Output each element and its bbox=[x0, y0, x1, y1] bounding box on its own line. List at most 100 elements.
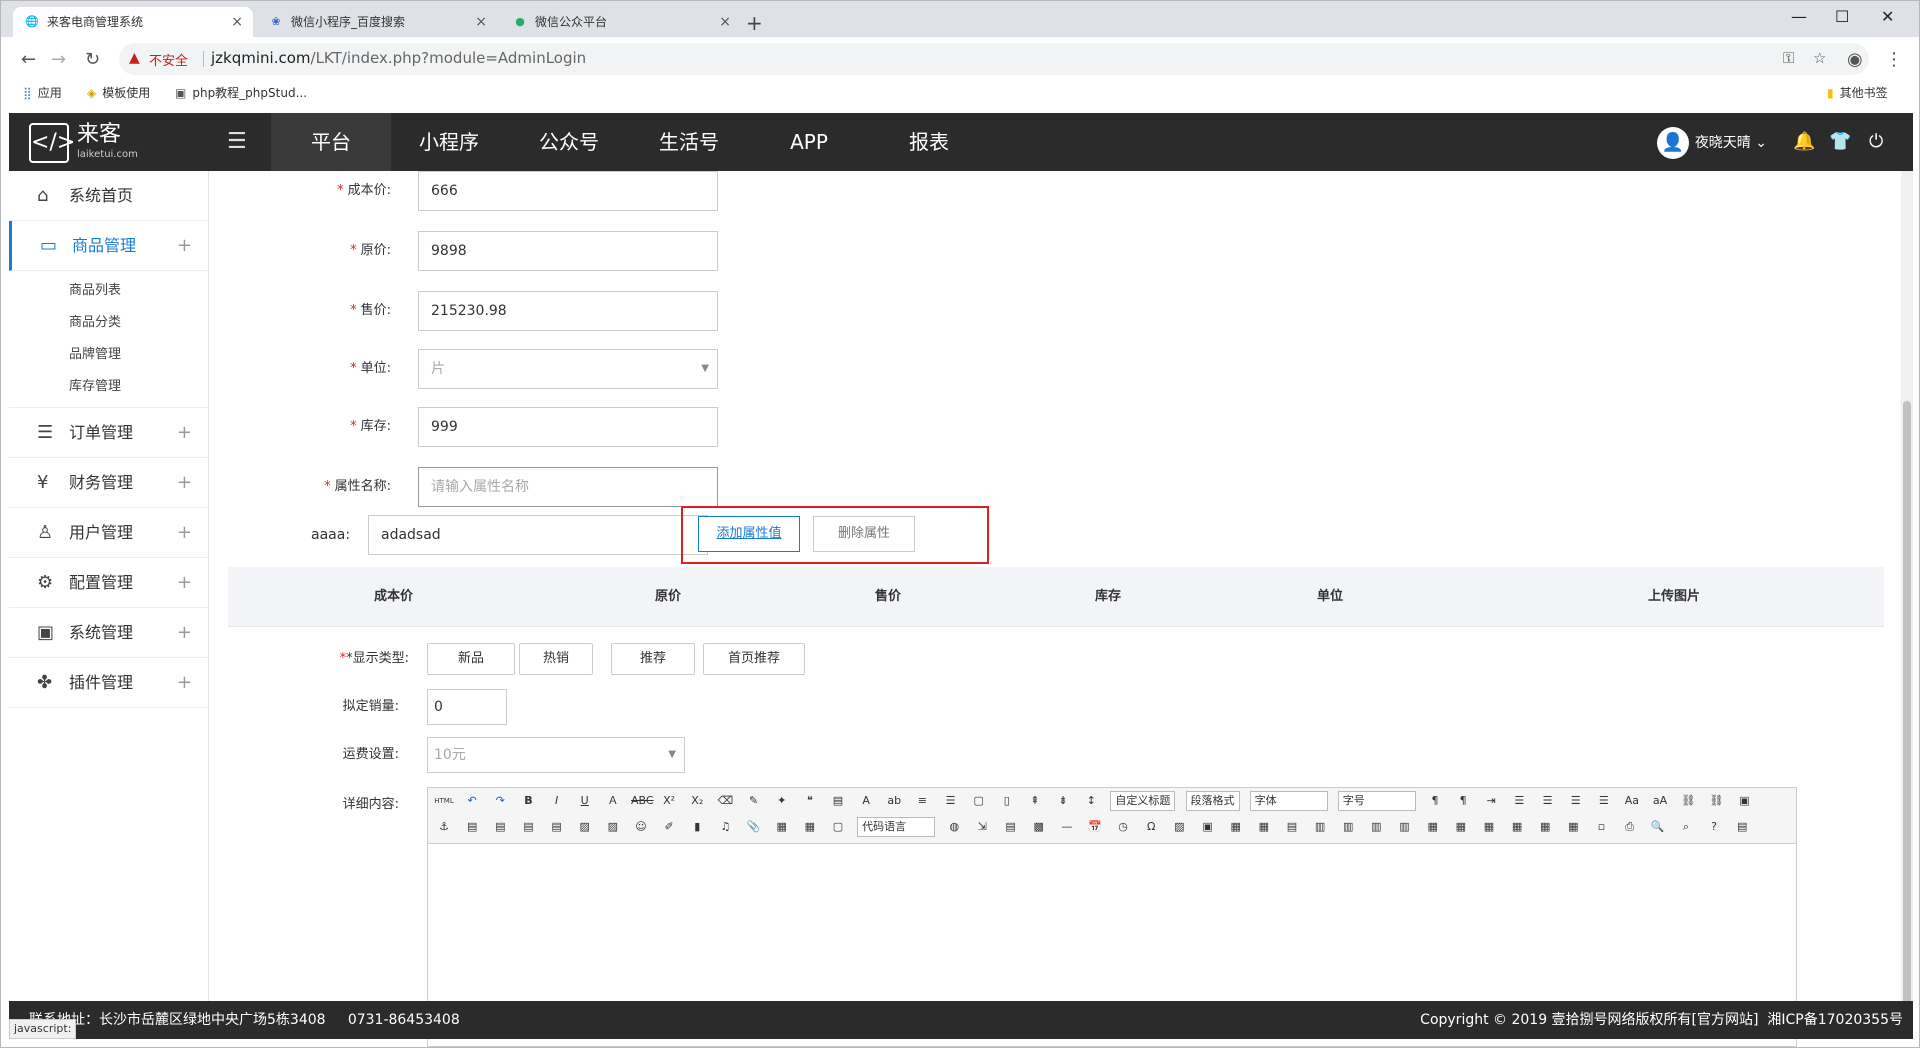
font-color-icon[interactable]: A bbox=[856, 791, 876, 811]
hamburger-menu-icon[interactable]: ☰ bbox=[227, 131, 247, 153]
anchor-icon[interactable]: ⚓ bbox=[434, 817, 454, 837]
unlink-icon[interactable]: ⛓ bbox=[1706, 791, 1726, 811]
fullscreen-icon[interactable]: ▣ bbox=[1734, 791, 1754, 811]
sidebar-item-finance[interactable]: ¥ 财务管理 + bbox=[9, 458, 208, 508]
add-attr-value-button[interactable]: 添加属性值 bbox=[698, 516, 800, 552]
merge-cells-icon[interactable]: ▦ bbox=[1423, 817, 1443, 837]
align-right-icon[interactable]: ☰ bbox=[1566, 791, 1586, 811]
merge-down-icon[interactable]: ▦ bbox=[1479, 817, 1499, 837]
sidebar-item-orders[interactable]: ☰ 订单管理 + bbox=[9, 408, 208, 458]
highlight-color-icon[interactable]: ab bbox=[884, 791, 904, 811]
indent-icon[interactable]: ⇥ bbox=[1481, 791, 1501, 811]
nav-tab-platform[interactable]: 平台 bbox=[271, 113, 391, 171]
attr-value-input[interactable]: adadsad bbox=[368, 515, 708, 555]
image-right-icon[interactable]: ▤ bbox=[518, 817, 538, 837]
code-language-select[interactable]: 代码语言 bbox=[857, 817, 936, 837]
search-replace-icon[interactable]: ⌕ bbox=[1676, 817, 1696, 837]
row-spacing-top-icon[interactable]: ⇞ bbox=[1025, 791, 1045, 811]
split-cells-icon[interactable]: ▦ bbox=[1507, 817, 1527, 837]
forward-icon[interactable]: → bbox=[51, 49, 66, 71]
bookmark-apps[interactable]: ⣿ 应用 bbox=[23, 84, 62, 101]
font-size-select[interactable]: 字号 bbox=[1337, 791, 1416, 811]
align-left-icon[interactable]: ☰ bbox=[1509, 791, 1529, 811]
sidebar-item-config[interactable]: ⚙ 配置管理 + bbox=[9, 558, 208, 608]
merge-right-icon[interactable]: ▦ bbox=[1451, 817, 1471, 837]
snapscreen-icon[interactable]: ▣ bbox=[1198, 817, 1218, 837]
unordered-list-icon[interactable]: ☰ bbox=[941, 791, 961, 811]
sidebar-subitem-brand[interactable]: 品牌管理 bbox=[9, 339, 208, 371]
minimize-icon[interactable]: — bbox=[1791, 7, 1807, 26]
sidebar-item-home[interactable]: ⌂ 系统首页 bbox=[9, 171, 208, 221]
blockquote-icon[interactable]: ❝ bbox=[800, 791, 820, 811]
window-close-icon[interactable]: ✕ bbox=[1881, 7, 1894, 26]
star-icon[interactable]: ☆ bbox=[1813, 49, 1826, 67]
page-break-icon[interactable]: ⇲ bbox=[972, 817, 992, 837]
tab-laike[interactable]: 🌐 来客电商管理系统 × bbox=[13, 7, 253, 37]
undo-icon[interactable]: ↶ bbox=[462, 791, 482, 811]
horizontal-rule-icon[interactable]: — bbox=[1057, 817, 1077, 837]
uppercase-icon[interactable]: Aa bbox=[1622, 791, 1642, 811]
cost-price-input[interactable]: 666 bbox=[418, 171, 718, 211]
ltr-icon[interactable]: ¶ bbox=[1425, 791, 1445, 811]
tab-wechat[interactable]: ● 微信公众平台 × bbox=[501, 7, 741, 37]
delete-col-icon[interactable]: ▥ bbox=[1395, 817, 1415, 837]
align-center-icon[interactable]: ☰ bbox=[1538, 791, 1558, 811]
redo-icon[interactable]: ↷ bbox=[490, 791, 510, 811]
scrawl-icon[interactable]: ✐ bbox=[659, 817, 679, 837]
close-icon[interactable]: × bbox=[231, 7, 243, 37]
tag-hot[interactable]: 热销 bbox=[519, 643, 593, 675]
music-icon[interactable]: ♫ bbox=[715, 817, 735, 837]
original-price-input[interactable]: 9898 bbox=[418, 231, 718, 271]
web-image-icon[interactable]: ◍ bbox=[944, 817, 964, 837]
sidebar-subitem-inventory[interactable]: 库存管理 bbox=[9, 371, 208, 403]
clear-doc-icon[interactable]: ▯ bbox=[997, 791, 1017, 811]
maximize-icon[interactable]: ☐ bbox=[1835, 7, 1849, 26]
close-icon[interactable]: × bbox=[475, 7, 487, 37]
italic-icon[interactable]: I bbox=[547, 791, 567, 811]
background-icon[interactable]: ▩ bbox=[1029, 817, 1049, 837]
auto-format-icon[interactable]: ✦ bbox=[772, 791, 792, 811]
insert-paragraph-before-table-icon[interactable]: ▤ bbox=[1282, 817, 1302, 837]
split-cols-icon[interactable]: ▦ bbox=[1563, 817, 1583, 837]
bold-icon[interactable]: B bbox=[518, 791, 538, 811]
eraser-icon[interactable]: ⌫ bbox=[715, 791, 735, 811]
menu-dots-icon[interactable]: ⋮ bbox=[1885, 49, 1903, 71]
delete-row-icon[interactable]: ▥ bbox=[1338, 817, 1358, 837]
bookmark-templates[interactable]: ◈ 模板使用 bbox=[87, 84, 150, 101]
subscript-icon[interactable]: X₂ bbox=[687, 791, 707, 811]
user-menu[interactable]: 👤 夜晓天晴 ⌄ bbox=[1656, 127, 1767, 159]
other-bookmarks[interactable]: ▮ 其他书签 bbox=[1827, 84, 1888, 101]
image-left-icon[interactable]: ▤ bbox=[490, 817, 510, 837]
sidebar-item-users[interactable]: ♙ 用户管理 + bbox=[9, 508, 208, 558]
preview-icon[interactable]: 🔍 bbox=[1648, 817, 1668, 837]
back-icon[interactable]: ← bbox=[21, 49, 36, 71]
font-border-icon[interactable]: Ａ bbox=[603, 791, 623, 811]
logo[interactable]: </> 来客 laiketui.com bbox=[29, 123, 149, 163]
nav-tab-app[interactable]: APP bbox=[749, 113, 869, 171]
footer-icp[interactable]: 湘ICP备17020355号 bbox=[1767, 1012, 1903, 1028]
attr-name-input[interactable]: 请输入属性名称 bbox=[418, 467, 718, 507]
map-icon[interactable]: ▦ bbox=[772, 817, 792, 837]
sale-price-input[interactable]: 215230.98 bbox=[418, 291, 718, 331]
superscript-icon[interactable]: X² bbox=[659, 791, 679, 811]
sidebar-item-products[interactable]: ▭ 商品管理 + bbox=[9, 221, 208, 271]
drafts-icon[interactable]: ▤ bbox=[1732, 817, 1752, 837]
nav-tab-official-account[interactable]: 公众号 bbox=[509, 113, 629, 171]
planned-sales-input[interactable]: 0 bbox=[427, 689, 507, 725]
sidebar-item-system[interactable]: ▣ 系统管理 + bbox=[9, 608, 208, 658]
close-icon[interactable]: × bbox=[719, 7, 731, 37]
underline-icon[interactable]: U bbox=[575, 791, 595, 811]
time-icon[interactable]: ◷ bbox=[1113, 817, 1133, 837]
strikethrough-icon[interactable]: ABC bbox=[631, 791, 654, 811]
omnibox[interactable]: ▲ 不安全 jzkqmini.com/LKT/index.php?module=… bbox=[119, 43, 1869, 75]
sidebar-subitem-product-list[interactable]: 商品列表 bbox=[9, 275, 208, 307]
print-icon[interactable]: ⎙ bbox=[1620, 817, 1640, 837]
rtl-icon[interactable]: ¶ bbox=[1453, 791, 1473, 811]
special-chars-icon[interactable]: Ω bbox=[1141, 817, 1161, 837]
stock-input[interactable]: 999 bbox=[418, 407, 718, 447]
footer-copyright[interactable]: Copyright © 2019 壹拾捌号网络版权所有[官方网站] bbox=[1420, 1012, 1758, 1028]
new-tab-button[interactable]: + bbox=[746, 13, 763, 33]
delete-table-icon[interactable]: ▦ bbox=[1254, 817, 1274, 837]
delete-attr-button[interactable]: 删除属性 bbox=[813, 516, 915, 552]
help-icon[interactable]: ? bbox=[1704, 817, 1724, 837]
